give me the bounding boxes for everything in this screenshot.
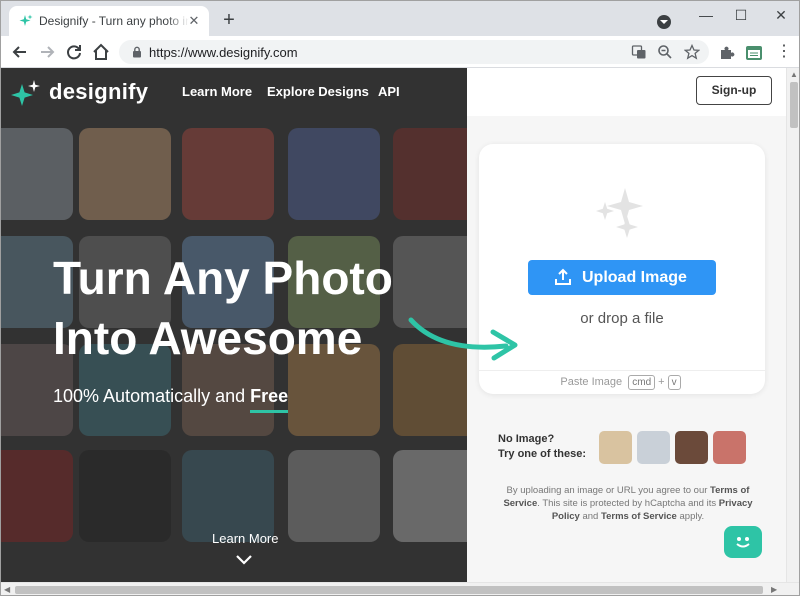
sample-image-person[interactable] bbox=[675, 431, 708, 464]
nav-explore-designs[interactable]: Explore Designs bbox=[267, 84, 369, 99]
curved-arrow-icon bbox=[408, 317, 518, 361]
chat-widget-button[interactable] bbox=[724, 526, 762, 558]
hero-section: designify Learn More Explore Designs API… bbox=[1, 68, 467, 582]
extensions-puzzle-icon[interactable] bbox=[718, 44, 736, 62]
cmd-key: cmd bbox=[628, 375, 656, 390]
v-key: v bbox=[667, 375, 681, 390]
designify-favicon-icon bbox=[19, 14, 33, 26]
terms-of-service-link[interactable]: Terms of Service bbox=[601, 511, 677, 522]
scroll-left-icon[interactable]: ◀ bbox=[4, 585, 10, 594]
calendar-extension-icon[interactable] bbox=[745, 44, 763, 62]
sign-up-button[interactable]: Sign-up bbox=[696, 76, 772, 105]
browser-menu-icon[interactable]: ⋮ bbox=[775, 44, 793, 62]
web-page: designify Learn More Explore Designs API… bbox=[1, 68, 786, 582]
bookmark-star-icon[interactable] bbox=[684, 44, 700, 60]
vertical-scrollbar[interactable]: ▲ bbox=[786, 68, 799, 582]
back-arrow-icon[interactable] bbox=[9, 41, 31, 63]
sparkle-logo-icon bbox=[11, 80, 40, 106]
address-bar[interactable]: https://www.designify.com bbox=[119, 40, 709, 64]
close-window-button[interactable]: ✕ bbox=[766, 5, 796, 25]
legal-text-3: and bbox=[579, 511, 601, 522]
browser-tab[interactable]: Designify - Turn any photo into ✕ bbox=[9, 6, 209, 36]
nav-api[interactable]: API bbox=[378, 84, 400, 99]
upload-image-label: Upload Image bbox=[582, 269, 687, 286]
upload-icon bbox=[555, 268, 571, 285]
profile-menu-icon[interactable] bbox=[657, 15, 671, 29]
learn-more-link[interactable]: Learn More bbox=[212, 531, 278, 546]
legal-text-2: . This site is protected by hCaptcha and… bbox=[537, 498, 719, 509]
browser-window: Designify - Turn any photo into ✕ + — ☐ … bbox=[0, 0, 800, 596]
sample-image-candle[interactable] bbox=[599, 431, 632, 464]
vertical-scroll-thumb[interactable] bbox=[790, 82, 798, 128]
chat-bot-icon bbox=[736, 537, 750, 548]
lock-icon bbox=[133, 46, 141, 58]
sample-images-prompt: No Image? Try one of these: bbox=[498, 432, 586, 462]
chevron-down-icon[interactable] bbox=[234, 553, 254, 567]
legal-notice: By uploading an image or URL you agree t… bbox=[493, 484, 763, 523]
translate-icon[interactable] bbox=[631, 44, 647, 60]
reload-icon[interactable] bbox=[63, 41, 85, 63]
hero-subtitle: 100% Automatically and Free bbox=[53, 386, 289, 413]
browser-toolbar: https://www.designify.com ⋮ bbox=[1, 36, 799, 68]
hero-subtitle-text: 100% Automatically and bbox=[53, 386, 251, 406]
try-these-label: Try one of these: bbox=[498, 448, 587, 460]
tab-strip: Designify - Turn any photo into ✕ + — ☐ … bbox=[1, 1, 799, 36]
horizontal-scrollbar[interactable]: ◀ ▶ bbox=[1, 582, 799, 595]
paste-image-label: Paste Image bbox=[560, 376, 623, 388]
nav-learn-more[interactable]: Learn More bbox=[182, 84, 252, 99]
legal-text-1: By uploading an image or URL you agree t… bbox=[506, 485, 711, 496]
zoom-icon[interactable] bbox=[657, 44, 673, 60]
horizontal-scroll-thumb[interactable] bbox=[15, 586, 763, 594]
sample-image-car[interactable] bbox=[637, 431, 670, 464]
paste-hint: Paste Image cmd + v bbox=[479, 370, 765, 394]
plus-sign: + bbox=[658, 376, 665, 388]
new-tab-button[interactable]: + bbox=[219, 10, 239, 31]
header-right: Sign-up bbox=[467, 68, 786, 116]
tab-title: Designify - Turn any photo into bbox=[39, 14, 189, 28]
no-image-label: No Image? bbox=[498, 433, 555, 445]
scroll-up-icon[interactable]: ▲ bbox=[790, 70, 798, 79]
tab-close-icon[interactable]: ✕ bbox=[186, 13, 202, 29]
home-icon[interactable] bbox=[90, 41, 112, 63]
sample-image-portrait[interactable] bbox=[713, 431, 746, 464]
sparkles-icon bbox=[596, 188, 643, 238]
url-text: https://www.designify.com bbox=[149, 45, 298, 60]
designify-logo[interactable]: designify bbox=[11, 78, 161, 108]
upload-image-button[interactable]: Upload Image bbox=[528, 260, 716, 295]
maximize-button[interactable]: ☐ bbox=[726, 5, 756, 25]
hero-free-label: Free bbox=[250, 386, 289, 413]
brand-name: designify bbox=[49, 79, 149, 104]
forward-arrow-icon[interactable] bbox=[36, 41, 58, 63]
legal-text-4: apply. bbox=[676, 511, 705, 522]
minimize-button[interactable]: — bbox=[691, 5, 721, 25]
scroll-right-icon[interactable]: ▶ bbox=[771, 585, 777, 594]
